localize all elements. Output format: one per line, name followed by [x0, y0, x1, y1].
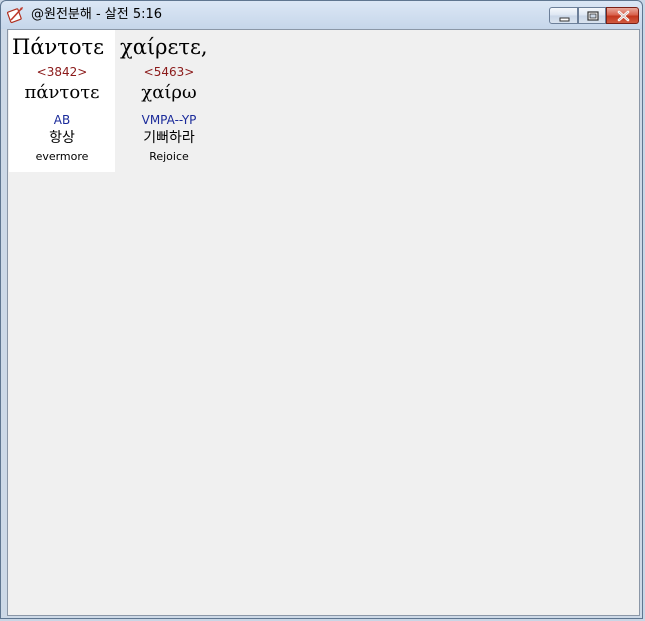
- strongs-number[interactable]: <3842>: [9, 65, 115, 79]
- lemma: χαίρω: [141, 82, 197, 103]
- interlinear-panel: Πάντοτε <3842> πάντοτε AB 항상 evermore χα…: [7, 29, 640, 616]
- korean-gloss: 항상: [49, 130, 75, 146]
- korean-gloss: 기뻐하라: [143, 130, 195, 146]
- maximize-icon: [587, 11, 599, 21]
- app-quill-icon[interactable]: [6, 6, 25, 24]
- english-gloss: evermore: [35, 150, 89, 163]
- strongs-number[interactable]: <5463>: [117, 65, 221, 79]
- greek-word: Πάντοτε: [12, 35, 105, 59]
- word-cell[interactable]: Πάντοτε <3842> πάντοτε AB 항상 evermore: [9, 30, 115, 172]
- window-title: @원전분해 - 살전 5:16: [31, 7, 163, 22]
- greek-word: χαίρετε,: [120, 35, 208, 59]
- app-window: @원전분해 - 살전 5:16 Πάντοτε <3842> πάντοτε A…: [0, 0, 643, 619]
- title-bar[interactable]: @원전분해 - 살전 5:16: [1, 1, 642, 29]
- minimize-icon: [559, 17, 570, 22]
- minimize-button[interactable]: [549, 7, 578, 24]
- morphology-code[interactable]: AB: [9, 113, 115, 127]
- maximize-button[interactable]: [578, 7, 606, 24]
- close-icon: [617, 10, 630, 22]
- lemma: πάντοτε: [24, 82, 100, 103]
- close-button[interactable]: [606, 7, 639, 24]
- english-gloss: Rejoice: [149, 150, 189, 163]
- word-cell[interactable]: χαίρετε, <5463> χαίρω VMPA--YP 기뻐하라 Rejo…: [117, 30, 221, 172]
- morphology-code[interactable]: VMPA--YP: [117, 113, 221, 127]
